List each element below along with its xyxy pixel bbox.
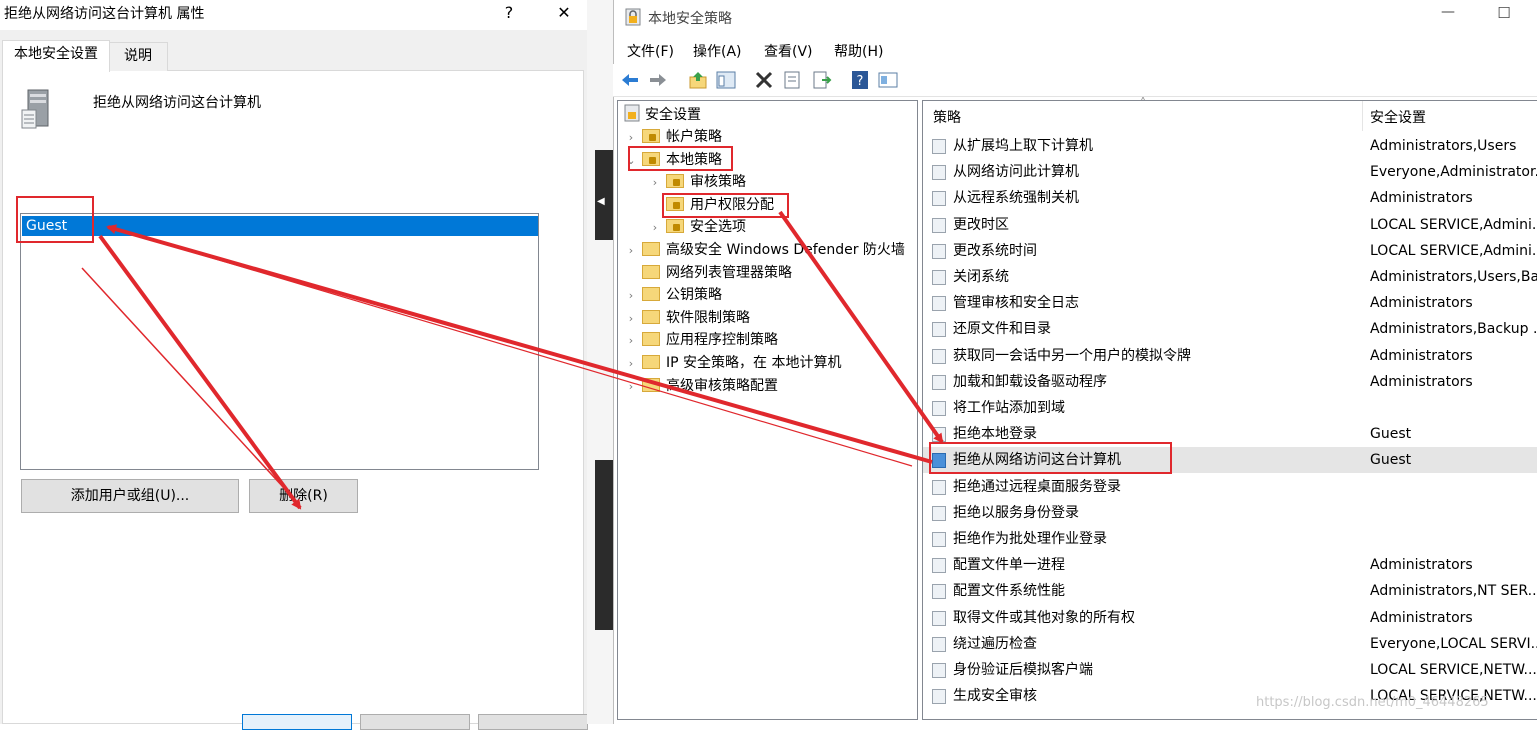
tab-local-security-setting[interactable]: 本地安全设置 bbox=[2, 40, 110, 72]
arrow-policy-to-guest bbox=[106, 224, 933, 464]
guide-line-guest-remove bbox=[81, 267, 296, 501]
annotation-arrows bbox=[81, 210, 944, 510]
watermark: https://blog.csdn.net/m0_46448265 bbox=[1256, 695, 1489, 710]
guide-line-guest-policy bbox=[117, 229, 913, 467]
arrow-user-rights-to-policy bbox=[778, 210, 944, 444]
arrow-guest-to-remove bbox=[98, 234, 302, 510]
